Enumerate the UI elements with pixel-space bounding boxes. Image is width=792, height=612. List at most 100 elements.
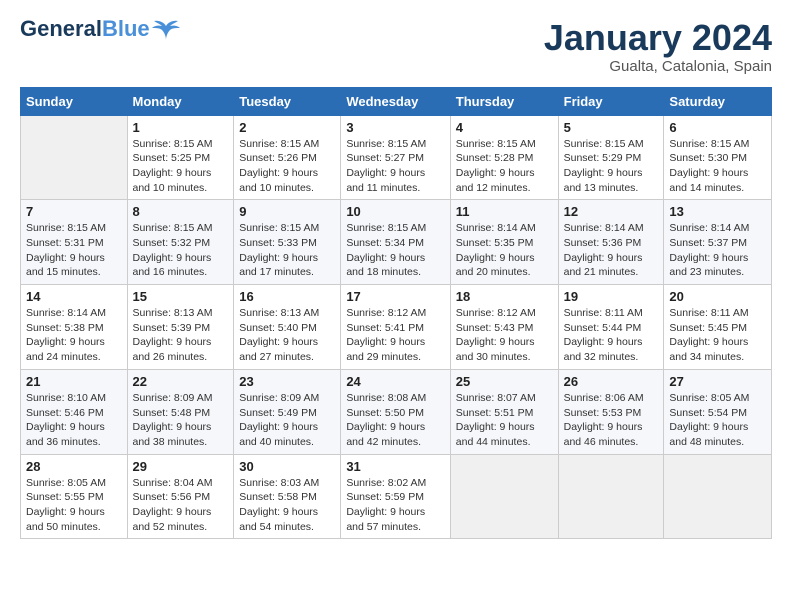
day-info: Sunrise: 8:09 AMSunset: 5:48 PMDaylight:…	[133, 392, 213, 448]
logo-blue: Blue	[102, 16, 150, 41]
day-number: 16	[239, 289, 335, 304]
day-number: 21	[26, 374, 122, 389]
day-number: 9	[239, 204, 335, 219]
day-number: 27	[669, 374, 766, 389]
day-info: Sunrise: 8:15 AMSunset: 5:32 PMDaylight:…	[133, 222, 213, 278]
table-row: 18 Sunrise: 8:12 AMSunset: 5:43 PMDaylig…	[450, 285, 558, 370]
logo-bird-icon	[152, 18, 180, 40]
day-number: 17	[346, 289, 444, 304]
table-row: 3 Sunrise: 8:15 AMSunset: 5:27 PMDayligh…	[341, 115, 450, 200]
day-number: 15	[133, 289, 229, 304]
day-number: 7	[26, 204, 122, 219]
day-number: 19	[564, 289, 659, 304]
table-row: 21 Sunrise: 8:10 AMSunset: 5:46 PMDaylig…	[21, 369, 128, 454]
col-sunday: Sunday	[21, 87, 128, 115]
table-row: 28 Sunrise: 8:05 AMSunset: 5:55 PMDaylig…	[21, 454, 128, 539]
day-number: 4	[456, 120, 553, 135]
table-row: 22 Sunrise: 8:09 AMSunset: 5:48 PMDaylig…	[127, 369, 234, 454]
day-number: 5	[564, 120, 659, 135]
day-info: Sunrise: 8:04 AMSunset: 5:56 PMDaylight:…	[133, 477, 213, 533]
table-row: 5 Sunrise: 8:15 AMSunset: 5:29 PMDayligh…	[558, 115, 664, 200]
day-info: Sunrise: 8:12 AMSunset: 5:43 PMDaylight:…	[456, 307, 536, 363]
table-row: 24 Sunrise: 8:08 AMSunset: 5:50 PMDaylig…	[341, 369, 450, 454]
table-row: 7 Sunrise: 8:15 AMSunset: 5:31 PMDayligh…	[21, 200, 128, 285]
table-row: 11 Sunrise: 8:14 AMSunset: 5:35 PMDaylig…	[450, 200, 558, 285]
day-number: 31	[346, 459, 444, 474]
day-info: Sunrise: 8:14 AMSunset: 5:37 PMDaylight:…	[669, 222, 749, 278]
table-row: 9 Sunrise: 8:15 AMSunset: 5:33 PMDayligh…	[234, 200, 341, 285]
day-number: 1	[133, 120, 229, 135]
col-thursday: Thursday	[450, 87, 558, 115]
day-info: Sunrise: 8:05 AMSunset: 5:54 PMDaylight:…	[669, 392, 749, 448]
calendar-header-row: Sunday Monday Tuesday Wednesday Thursday…	[21, 87, 772, 115]
table-row: 17 Sunrise: 8:12 AMSunset: 5:41 PMDaylig…	[341, 285, 450, 370]
day-info: Sunrise: 8:13 AMSunset: 5:40 PMDaylight:…	[239, 307, 319, 363]
table-row: 19 Sunrise: 8:11 AMSunset: 5:44 PMDaylig…	[558, 285, 664, 370]
table-row: 15 Sunrise: 8:13 AMSunset: 5:39 PMDaylig…	[127, 285, 234, 370]
table-row: 23 Sunrise: 8:09 AMSunset: 5:49 PMDaylig…	[234, 369, 341, 454]
table-row	[664, 454, 772, 539]
day-info: Sunrise: 8:07 AMSunset: 5:51 PMDaylight:…	[456, 392, 536, 448]
col-friday: Friday	[558, 87, 664, 115]
calendar-week-row: 14 Sunrise: 8:14 AMSunset: 5:38 PMDaylig…	[21, 285, 772, 370]
calendar-week-row: 21 Sunrise: 8:10 AMSunset: 5:46 PMDaylig…	[21, 369, 772, 454]
table-row: 4 Sunrise: 8:15 AMSunset: 5:28 PMDayligh…	[450, 115, 558, 200]
day-info: Sunrise: 8:05 AMSunset: 5:55 PMDaylight:…	[26, 477, 106, 533]
day-number: 24	[346, 374, 444, 389]
table-row: 31 Sunrise: 8:02 AMSunset: 5:59 PMDaylig…	[341, 454, 450, 539]
day-info: Sunrise: 8:15 AMSunset: 5:26 PMDaylight:…	[239, 138, 319, 194]
day-number: 23	[239, 374, 335, 389]
day-number: 11	[456, 204, 553, 219]
day-number: 2	[239, 120, 335, 135]
day-info: Sunrise: 8:06 AMSunset: 5:53 PMDaylight:…	[564, 392, 644, 448]
day-info: Sunrise: 8:15 AMSunset: 5:25 PMDaylight:…	[133, 138, 213, 194]
day-number: 14	[26, 289, 122, 304]
table-row: 2 Sunrise: 8:15 AMSunset: 5:26 PMDayligh…	[234, 115, 341, 200]
day-number: 26	[564, 374, 659, 389]
day-number: 22	[133, 374, 229, 389]
day-number: 8	[133, 204, 229, 219]
day-info: Sunrise: 8:14 AMSunset: 5:35 PMDaylight:…	[456, 222, 536, 278]
calendar-week-row: 1 Sunrise: 8:15 AMSunset: 5:25 PMDayligh…	[21, 115, 772, 200]
location: Gualta, Catalonia, Spain	[544, 58, 772, 75]
table-row	[21, 115, 128, 200]
day-number: 28	[26, 459, 122, 474]
day-number: 3	[346, 120, 444, 135]
day-info: Sunrise: 8:14 AMSunset: 5:38 PMDaylight:…	[26, 307, 106, 363]
table-row: 27 Sunrise: 8:05 AMSunset: 5:54 PMDaylig…	[664, 369, 772, 454]
page-container: GeneralBlue January 2024 Gualta, Catalon…	[0, 0, 792, 549]
day-number: 25	[456, 374, 553, 389]
day-number: 12	[564, 204, 659, 219]
logo: GeneralBlue	[20, 18, 180, 40]
day-info: Sunrise: 8:10 AMSunset: 5:46 PMDaylight:…	[26, 392, 106, 448]
day-number: 20	[669, 289, 766, 304]
day-number: 30	[239, 459, 335, 474]
day-info: Sunrise: 8:15 AMSunset: 5:33 PMDaylight:…	[239, 222, 319, 278]
table-row: 30 Sunrise: 8:03 AMSunset: 5:58 PMDaylig…	[234, 454, 341, 539]
table-row	[450, 454, 558, 539]
table-row	[558, 454, 664, 539]
day-info: Sunrise: 8:15 AMSunset: 5:28 PMDaylight:…	[456, 138, 536, 194]
day-info: Sunrise: 8:15 AMSunset: 5:30 PMDaylight:…	[669, 138, 749, 194]
calendar-table: Sunday Monday Tuesday Wednesday Thursday…	[20, 87, 772, 540]
day-number: 6	[669, 120, 766, 135]
title-block: January 2024 Gualta, Catalonia, Spain	[544, 18, 772, 75]
day-info: Sunrise: 8:15 AMSunset: 5:27 PMDaylight:…	[346, 138, 426, 194]
table-row: 10 Sunrise: 8:15 AMSunset: 5:34 PMDaylig…	[341, 200, 450, 285]
day-info: Sunrise: 8:15 AMSunset: 5:29 PMDaylight:…	[564, 138, 644, 194]
table-row: 6 Sunrise: 8:15 AMSunset: 5:30 PMDayligh…	[664, 115, 772, 200]
table-row: 20 Sunrise: 8:11 AMSunset: 5:45 PMDaylig…	[664, 285, 772, 370]
col-wednesday: Wednesday	[341, 87, 450, 115]
day-info: Sunrise: 8:15 AMSunset: 5:31 PMDaylight:…	[26, 222, 106, 278]
day-info: Sunrise: 8:13 AMSunset: 5:39 PMDaylight:…	[133, 307, 213, 363]
day-info: Sunrise: 8:15 AMSunset: 5:34 PMDaylight:…	[346, 222, 426, 278]
day-info: Sunrise: 8:09 AMSunset: 5:49 PMDaylight:…	[239, 392, 319, 448]
calendar-week-row: 7 Sunrise: 8:15 AMSunset: 5:31 PMDayligh…	[21, 200, 772, 285]
day-info: Sunrise: 8:14 AMSunset: 5:36 PMDaylight:…	[564, 222, 644, 278]
day-number: 10	[346, 204, 444, 219]
day-number: 13	[669, 204, 766, 219]
col-monday: Monday	[127, 87, 234, 115]
calendar-week-row: 28 Sunrise: 8:05 AMSunset: 5:55 PMDaylig…	[21, 454, 772, 539]
page-header: GeneralBlue January 2024 Gualta, Catalon…	[20, 18, 772, 75]
table-row: 12 Sunrise: 8:14 AMSunset: 5:36 PMDaylig…	[558, 200, 664, 285]
